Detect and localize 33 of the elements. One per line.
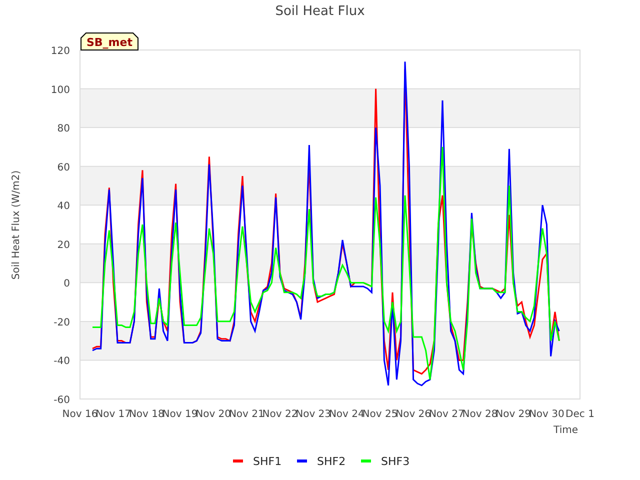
chart-title: Soil Heat Flux: [275, 4, 365, 19]
x-tick-label: Nov 23: [296, 409, 332, 420]
x-tick-label: Nov 27: [428, 409, 464, 420]
x-tick-label: Nov 21: [228, 409, 264, 420]
x-tick-label: Dec 1: [566, 409, 594, 420]
y-tick-label: 40: [57, 201, 70, 212]
y-tick-label: 100: [50, 84, 70, 96]
y-tick-label: -40: [54, 356, 70, 368]
x-tick-label: Nov 19: [162, 409, 198, 420]
x-tick-label: Nov 22: [262, 409, 298, 420]
x-axis-label: Time: [554, 425, 578, 436]
station-badge: SB_met: [80, 32, 138, 50]
x-tick-label: Nov 24: [328, 409, 364, 420]
x-tick-label: Nov 16: [62, 409, 98, 420]
x-tick-label: Nov 25: [362, 409, 398, 420]
x-tick-label: Nov 30: [528, 409, 564, 420]
y-tick-label: 60: [57, 162, 70, 174]
x-tick-label: Nov 18: [128, 409, 164, 420]
y-tick-label: 0: [64, 278, 70, 290]
y-axis-label: Soil Heat Flux (W/m2): [11, 170, 22, 280]
y-tick-label: 80: [57, 124, 70, 135]
y-tick-label: 20: [57, 240, 70, 251]
x-tick-label: Nov 26: [396, 409, 432, 420]
x-tick-label: Nov 17: [96, 409, 132, 420]
y-tick-label: -60: [54, 395, 70, 406]
y-tick-label: -20: [54, 317, 70, 328]
legend-label: SHF3: [381, 455, 410, 468]
y-tick-label: 120: [50, 46, 70, 57]
x-tick-label: Nov 20: [196, 409, 232, 420]
legend-label: SHF2: [317, 455, 346, 468]
x-tick-label: Nov 28: [462, 409, 498, 420]
x-tick-label: Nov 29: [496, 409, 532, 420]
legend-label: SHF1: [253, 455, 282, 468]
